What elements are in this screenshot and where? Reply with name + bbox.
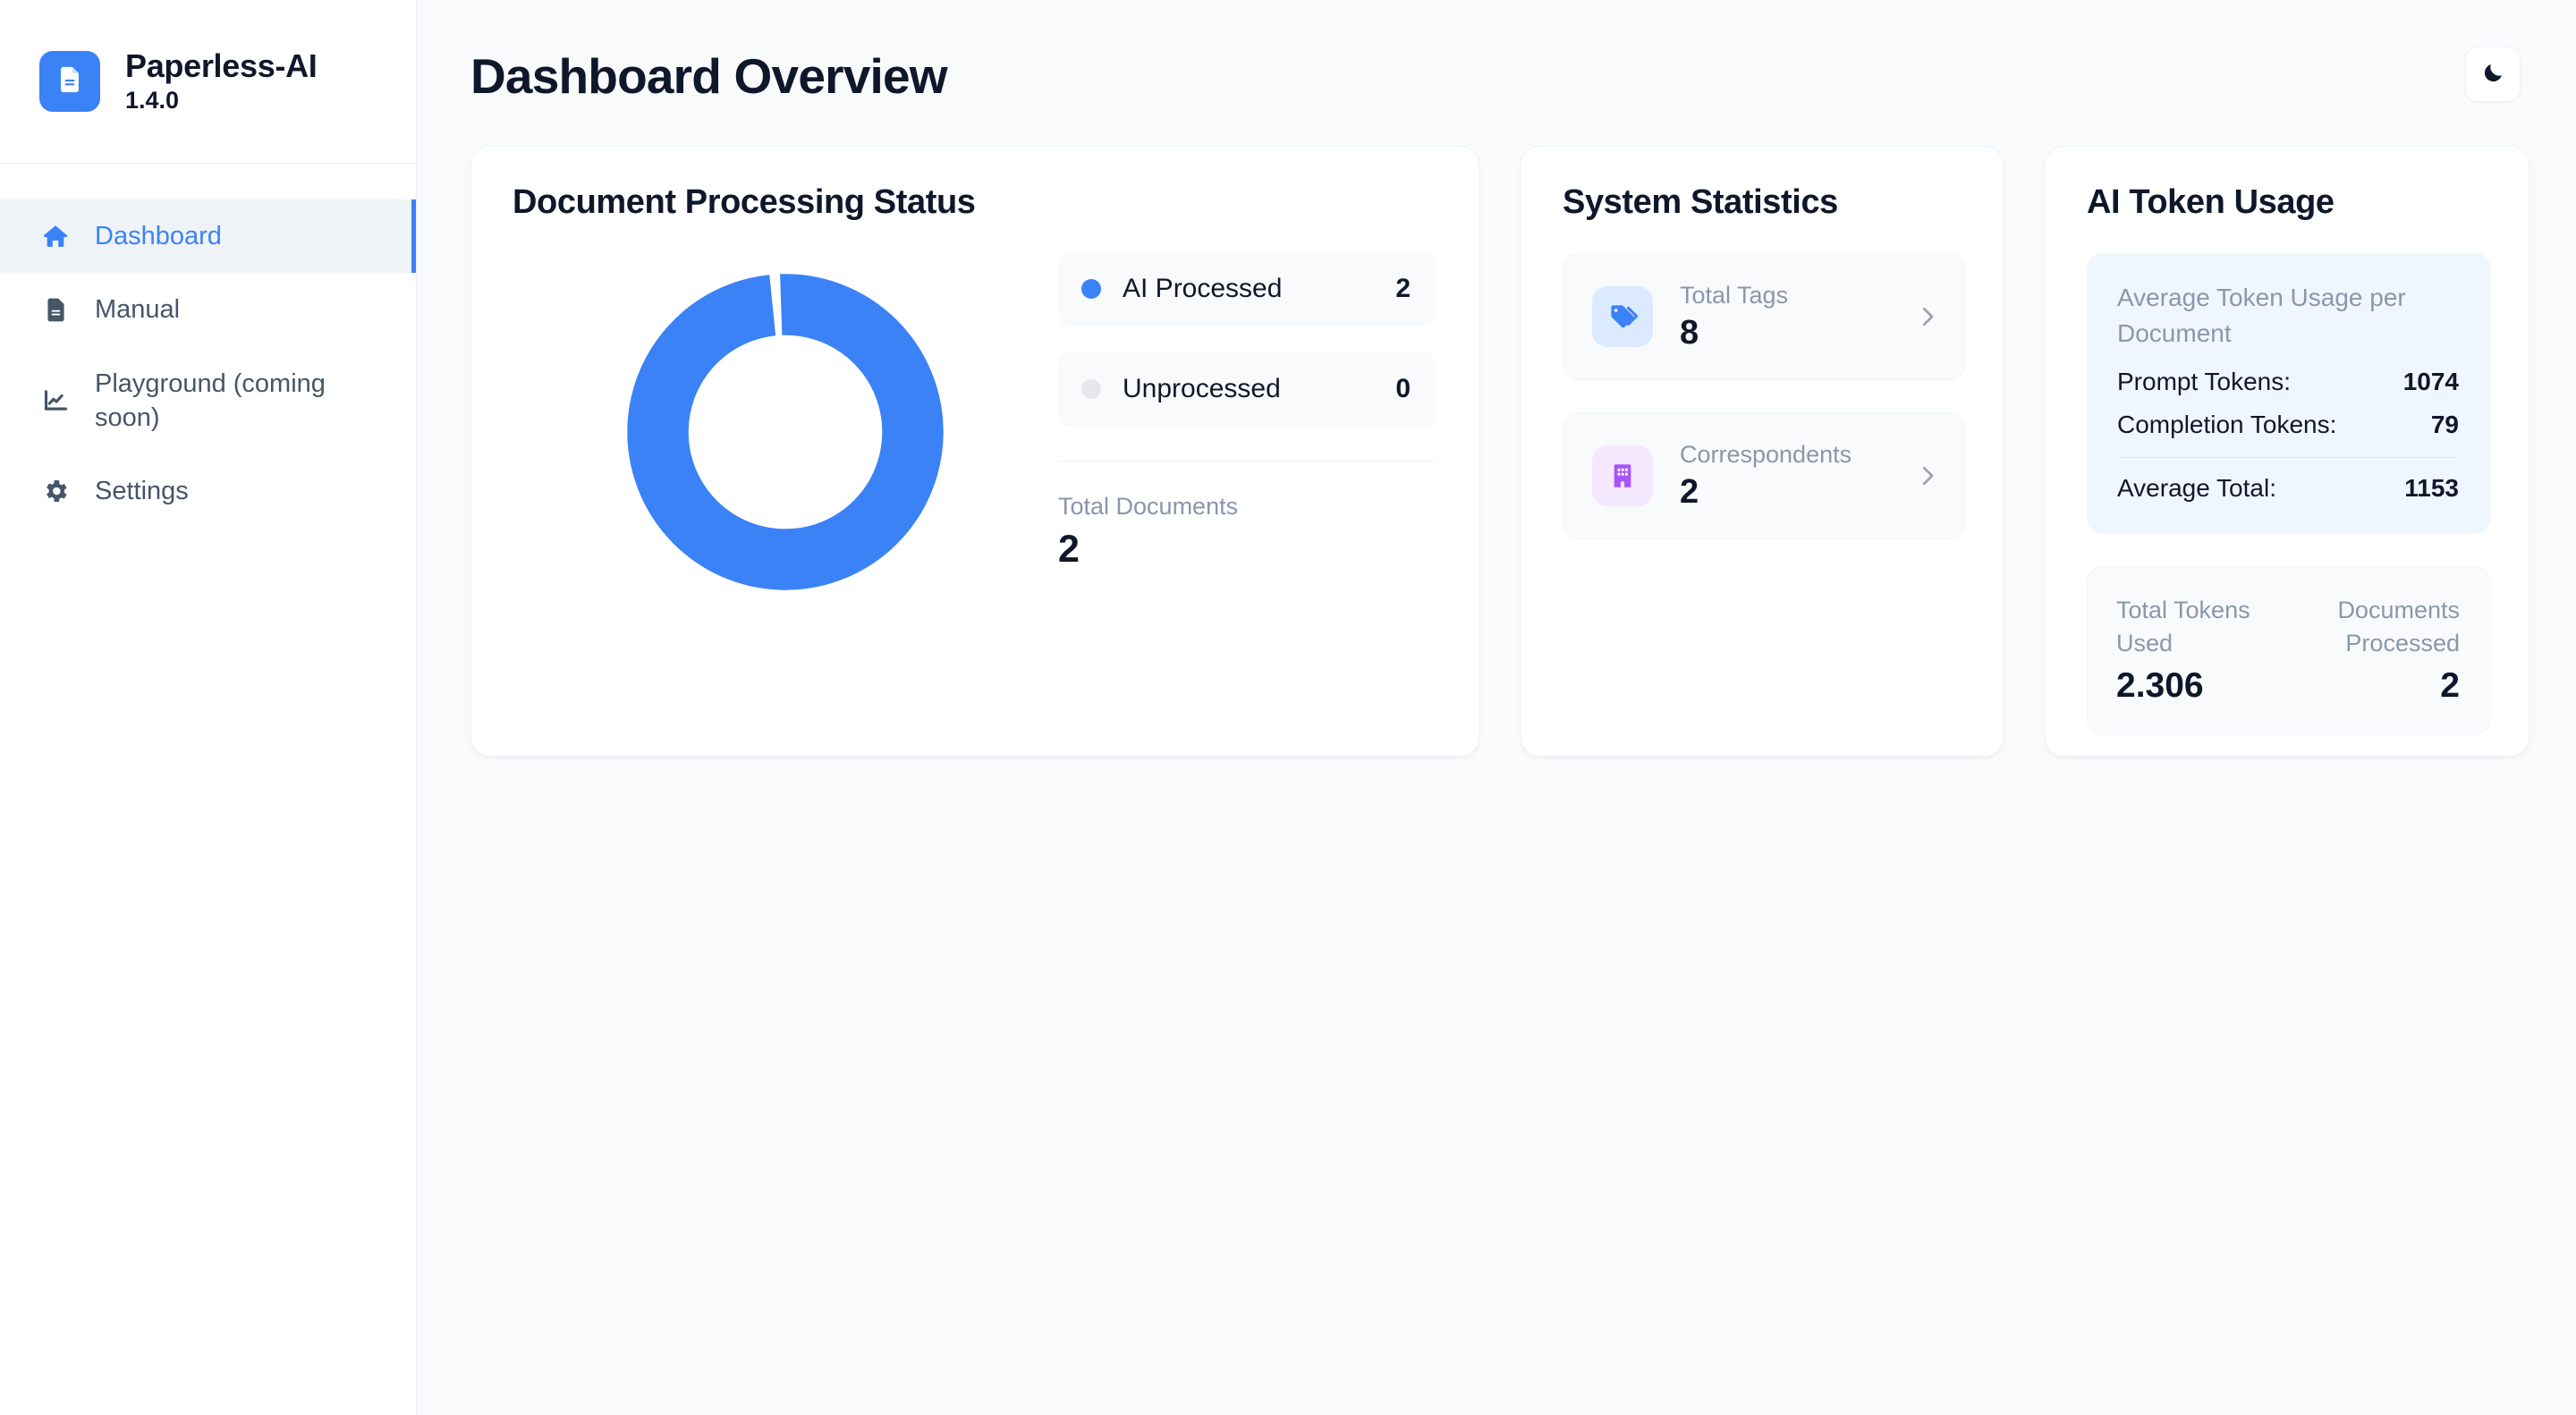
- app-name: Paperless-AI: [125, 47, 318, 85]
- average-token-usage-panel: Average Token Usage per Document Prompt …: [2087, 253, 2491, 534]
- token-value: 79: [2430, 410, 2459, 438]
- statistics-list: Total Tags 8 Correspondents 2: [1563, 253, 1965, 539]
- stat-text: Correspondents 2: [1680, 440, 1914, 512]
- token-key: Average Total:: [2117, 474, 2276, 503]
- card-title: System Statistics: [1563, 182, 1838, 221]
- legend-label: Unprocessed: [1123, 374, 1281, 404]
- summary-value: 2: [2440, 666, 2460, 706]
- gear-icon: [39, 475, 72, 507]
- token-key: Prompt Tokens:: [2117, 367, 2292, 395]
- processing-legend: AI Processed 2 Unprocessed 0 Total Docum…: [1058, 244, 1441, 572]
- token-value: 1153: [2404, 474, 2459, 503]
- document-icon: [55, 64, 85, 99]
- legend-value: 0: [1395, 374, 1411, 404]
- sidebar-item-dashboard[interactable]: Dashboard: [0, 199, 416, 274]
- moon-icon: [2481, 61, 2505, 88]
- legend-label: AI Processed: [1123, 274, 1283, 304]
- summary-value: 2.306: [2116, 666, 2204, 706]
- app-version: 1.4.0: [125, 86, 180, 114]
- sidebar-item-label: Playground (coming soon): [95, 369, 326, 432]
- page-title: Dashboard Overview: [470, 48, 948, 104]
- sidebar-item-label: Dashboard: [95, 222, 222, 250]
- building-icon: [1592, 445, 1653, 506]
- token-row-completion: Completion Tokens: 79: [2117, 409, 2459, 441]
- stat-row-correspondents[interactable]: Correspondents 2: [1563, 411, 1965, 539]
- system-statistics-card: System Statistics Total Tags 8 Correspon…: [1521, 145, 2004, 757]
- dashboard-cards: Document Processing Status AI Processed …: [417, 104, 2576, 757]
- sidebar: Paperless-AI 1.4.0 Dashboard Manual Play…: [0, 0, 417, 1415]
- summary-documents-processed: Documents Processed 2: [2272, 594, 2460, 706]
- sidebar-item-settings[interactable]: Settings: [0, 454, 416, 528]
- stat-value: 2: [1680, 472, 1699, 511]
- chevron-right-icon: [1914, 462, 1941, 489]
- total-documents-block: Total Documents 2: [1058, 461, 1436, 572]
- chevron-right-icon: [1914, 303, 1941, 330]
- legend-color-dot: [1081, 279, 1101, 300]
- summary-label: Total Tokens Used: [2116, 596, 2250, 657]
- sidebar-item-manual[interactable]: Manual: [0, 273, 416, 346]
- stat-label: Correspondents: [1680, 440, 1852, 468]
- brand-header: Paperless-AI 1.4.0: [0, 0, 416, 164]
- total-documents-value: 2: [1058, 528, 1080, 572]
- legend-item-unprocessed[interactable]: Unprocessed 0: [1058, 352, 1436, 428]
- panel-title: Average Token Usage per Document: [2117, 284, 2406, 347]
- card-title: Document Processing Status: [513, 182, 976, 221]
- dark-mode-toggle-button[interactable]: [2465, 47, 2521, 102]
- total-documents-label: Total Documents: [1058, 493, 1239, 521]
- summary-total-tokens-used: Total Tokens Used 2.306: [2116, 594, 2272, 706]
- stat-value: 8: [1680, 314, 1699, 352]
- stat-text: Total Tags 8: [1680, 281, 1914, 352]
- summary-label: Documents Processed: [2337, 596, 2460, 657]
- sidebar-item-playground[interactable]: Playground (coming soon): [0, 347, 416, 455]
- stat-label: Total Tags: [1680, 282, 1789, 309]
- token-value: 1074: [2402, 367, 2459, 395]
- main-content: Dashboard Overview Document Processing S…: [417, 0, 2576, 1415]
- sidebar-nav: Dashboard Manual Playground (coming soon…: [0, 164, 416, 528]
- chart-line-icon: [39, 385, 72, 417]
- card-title: AI Token Usage: [2087, 182, 2334, 221]
- sidebar-item-label: Manual: [95, 295, 181, 325]
- processing-card-body: AI Processed 2 Unprocessed 0 Total Docum…: [513, 244, 1441, 602]
- tag-icon: [1592, 285, 1653, 347]
- sidebar-item-label: Settings: [95, 477, 189, 506]
- stat-row-total-tags[interactable]: Total Tags 8: [1563, 253, 1965, 380]
- document-icon: [39, 293, 72, 326]
- brand-text: Paperless-AI 1.4.0: [125, 48, 318, 114]
- processing-donut-chart: [627, 274, 944, 590]
- token-key: Completion Tokens:: [2117, 410, 2337, 438]
- legend-value: 2: [1395, 274, 1411, 304]
- app-logo: [39, 51, 100, 112]
- page-header: Dashboard Overview: [417, 0, 2576, 104]
- panel-divider: [2117, 457, 2459, 459]
- token-row-prompt: Prompt Tokens: 1074: [2117, 366, 2459, 398]
- home-icon: [39, 220, 72, 252]
- donut-chart-wrapper: [513, 244, 1058, 602]
- ai-token-usage-card: AI Token Usage Average Token Usage per D…: [2045, 145, 2529, 757]
- legend-color-dot: [1081, 379, 1101, 400]
- token-summary-panel: Total Tokens Used 2.306 Documents Proces…: [2087, 565, 2491, 736]
- document-processing-status-card: Document Processing Status AI Processed …: [470, 145, 1479, 757]
- legend-item-ai-processed[interactable]: AI Processed 2: [1058, 251, 1436, 327]
- app-root: Paperless-AI 1.4.0 Dashboard Manual Play…: [0, 0, 2576, 1415]
- token-row-average-total: Average Total: 1153: [2117, 472, 2459, 504]
